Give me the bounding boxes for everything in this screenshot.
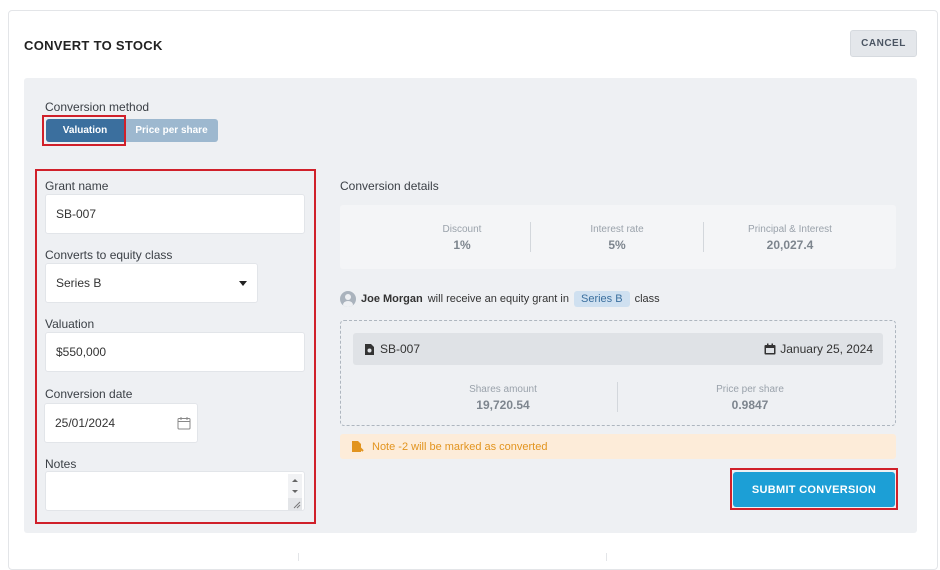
stat-discount-key: Discount (442, 224, 482, 235)
valuation-value: $550,000 (56, 345, 107, 359)
calendar-icon (764, 343, 776, 355)
grant-name-input[interactable]: SB-007 (45, 194, 305, 234)
note-text: Note -2 will be marked as converted (372, 440, 548, 453)
holder-name: Joe Morgan (361, 293, 423, 305)
divider (530, 222, 531, 252)
stat-price-per-share: Price per share 0.9847 (695, 384, 805, 412)
highlight-box-method (42, 115, 126, 146)
shares-amount-value: 19,720.54 (476, 398, 530, 412)
grant-text-end: class (634, 293, 660, 305)
notes-textarea[interactable] (45, 471, 305, 511)
chevron-down-icon (239, 281, 247, 286)
grant-name-label: Grant name (45, 179, 109, 193)
conversion-date-label: Conversion date (45, 387, 133, 401)
grant-id: SB-007 (380, 342, 421, 356)
stat-principal-key: Principal & Interest (748, 224, 832, 235)
grant-date: January 25, 2024 (780, 342, 873, 356)
equity-class-label: Converts to equity class (45, 248, 173, 262)
valuation-input[interactable]: $550,000 (45, 332, 305, 372)
highlight-box-submit (730, 468, 898, 510)
conversion-method-label: Conversion method (45, 100, 150, 114)
cancel-button[interactable]: CANCEL (850, 30, 917, 57)
conversion-details-label: Conversion details (340, 179, 439, 193)
conversion-date-input[interactable]: 25/01/2024 (44, 403, 198, 443)
grant-text-mid: will receive an equity grant in (427, 293, 569, 305)
stat-discount-value: 1% (453, 238, 471, 252)
stat-discount: Discount 1% (422, 224, 502, 252)
grant-name-value: SB-007 (56, 207, 97, 221)
notes-label: Notes (45, 457, 77, 471)
page-title: CONVERT TO STOCK (24, 38, 163, 53)
shares-amount-key: Shares amount (469, 384, 537, 395)
stat-principal-value: 20,027.4 (766, 238, 814, 252)
calendar-icon[interactable] (177, 416, 191, 430)
stat-shares-amount: Shares amount 19,720.54 (448, 384, 558, 412)
price-per-share-value: 0.9847 (731, 398, 769, 412)
certificate-icon (365, 343, 374, 355)
conversion-date-value: 25/01/2024 (55, 416, 116, 430)
stat-principal-interest: Principal & Interest 20,027.4 (725, 224, 855, 252)
stat-interest-value: 5% (608, 238, 626, 252)
avatar (340, 291, 356, 307)
equity-class-select[interactable]: Series B (45, 263, 258, 303)
equity-class-value: Series B (56, 276, 102, 290)
conversion-details-box: Discount 1% Interest rate 5% Principal &… (340, 205, 896, 269)
grant-summary: Joe Morgan will receive an equity grant … (340, 291, 660, 307)
stat-interest-rate: Interest rate 5% (567, 224, 667, 252)
note-icon (352, 441, 364, 452)
divider (703, 222, 704, 252)
valuation-label: Valuation (45, 317, 95, 331)
class-tag: Series B (573, 291, 630, 307)
textarea-scroll-icon[interactable] (288, 474, 302, 510)
grant-bar: SB-007 January 25, 2024 (353, 333, 883, 365)
method-price-per-share-button[interactable]: Price per share (125, 119, 218, 142)
stat-interest-key: Interest rate (590, 224, 644, 235)
conversion-note: Note -2 will be marked as converted (340, 434, 896, 459)
price-per-share-key: Price per share (716, 384, 784, 395)
divider (617, 382, 618, 412)
